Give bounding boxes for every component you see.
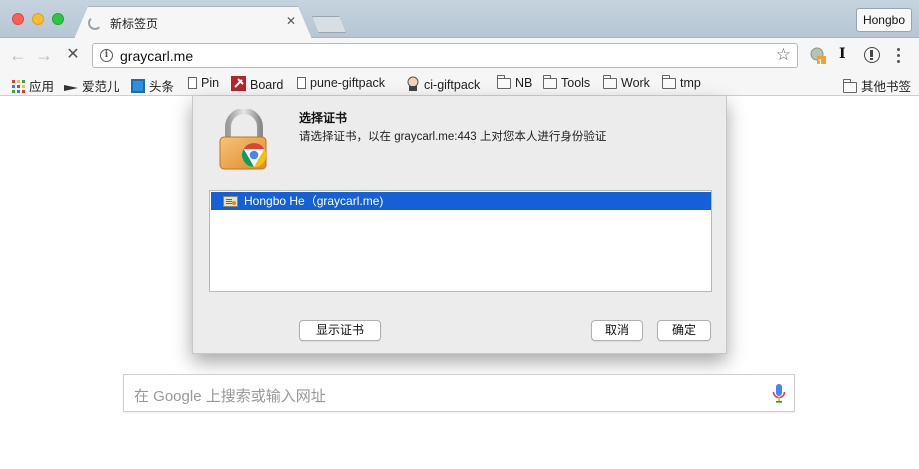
folder-icon bbox=[497, 75, 511, 89]
bookmark-label: Work bbox=[621, 76, 650, 90]
address-bar[interactable]: i graycarl.me ☆ bbox=[92, 43, 798, 68]
bookmark-apps[interactable]: 应用 bbox=[12, 76, 55, 94]
info-icon[interactable]: i bbox=[100, 49, 113, 62]
bookmark-label: tmp bbox=[680, 76, 701, 90]
search-placeholder: 在 Google 上搜索或输入网址 bbox=[134, 388, 326, 405]
dialog-message: 请选择证书，以在 graycarl.me:443 上对您本人进行身份验证 bbox=[299, 131, 607, 143]
cancel-button[interactable]: 取消 bbox=[591, 320, 643, 341]
bookmark-folder-nb[interactable]: NB bbox=[497, 75, 533, 92]
certificate-icon bbox=[223, 196, 238, 207]
bookmark-star-icon[interactable]: ☆ bbox=[776, 45, 791, 65]
new-tab-button[interactable] bbox=[312, 16, 346, 33]
forward-button[interactable]: → bbox=[33, 44, 55, 66]
bookmark-label: pune-giftpack bbox=[310, 76, 386, 90]
exclamation-extension-icon[interactable] bbox=[864, 47, 880, 63]
toolbar: ← → ✕ i graycarl.me ☆ 1 I bbox=[0, 38, 919, 72]
stop-button[interactable]: ✕ bbox=[62, 44, 84, 66]
menu-kebab-icon[interactable] bbox=[897, 48, 901, 64]
page-icon bbox=[297, 77, 306, 89]
ok-button[interactable]: 确定 bbox=[657, 320, 711, 341]
bookmark-label: 头条 bbox=[149, 80, 175, 94]
extension-badge-count: 1 bbox=[818, 58, 823, 67]
certificate-row-selected[interactable]: Hongbo He（graycarl.me) bbox=[211, 192, 711, 210]
bookmark-label: Tools bbox=[561, 76, 591, 90]
tab-title: 新标签页 bbox=[110, 17, 159, 31]
bookmark-label: 其他书签 bbox=[861, 80, 912, 94]
tab-close-icon[interactable]: ✕ bbox=[286, 14, 296, 28]
bookmark-label: 应用 bbox=[29, 80, 55, 94]
back-button[interactable]: ← bbox=[7, 44, 29, 66]
microphone-icon[interactable] bbox=[772, 383, 786, 405]
bookmark-folder-tmp[interactable]: tmp bbox=[662, 75, 701, 92]
bookmark-ci-giftpack[interactable]: ci-giftpack bbox=[406, 76, 480, 92]
toutiao-icon bbox=[131, 79, 145, 93]
bookmark-pune-giftpack[interactable]: pune-giftpack bbox=[297, 76, 385, 92]
page-icon bbox=[188, 77, 197, 89]
bookmark-folder-work[interactable]: Work bbox=[603, 75, 650, 92]
bookmark-folder-tools[interactable]: Tools bbox=[543, 75, 591, 92]
select-certificate-dialog: 选择证书 请选择证书，以在 graycarl.me:443 上对您本人进行身份验… bbox=[192, 96, 727, 354]
bookmark-board[interactable]: Board bbox=[231, 76, 283, 92]
certificate-list[interactable]: Hongbo He（graycarl.me) bbox=[209, 190, 712, 292]
profile-button[interactable]: Hongbo bbox=[856, 8, 912, 32]
bookmark-label: Board bbox=[250, 78, 284, 92]
tab-content: 新标签页 ✕ bbox=[78, 7, 308, 39]
loading-spinner-icon bbox=[88, 16, 102, 30]
folder-icon bbox=[603, 75, 617, 89]
apps-grid-icon bbox=[12, 80, 25, 93]
bookmark-label: Pin bbox=[201, 76, 220, 90]
lock-chrome-icon bbox=[219, 109, 267, 170]
show-certificate-button[interactable]: 显示证书 bbox=[299, 320, 381, 341]
certificate-name: Hongbo He（graycarl.me) bbox=[244, 194, 384, 208]
folder-icon bbox=[543, 75, 557, 89]
google-search-box[interactable]: 在 Google 上搜索或输入网址 bbox=[123, 374, 795, 412]
url-text[interactable]: graycarl.me bbox=[120, 48, 193, 64]
instapaper-icon[interactable]: I bbox=[839, 46, 846, 62]
window-minimize-button[interactable] bbox=[32, 13, 44, 25]
ifanr-icon bbox=[64, 85, 78, 91]
window-zoom-button[interactable] bbox=[52, 13, 64, 25]
jenkins-icon bbox=[407, 76, 419, 91]
folder-icon bbox=[662, 75, 676, 89]
bookmark-toutiao[interactable]: 头条 bbox=[131, 76, 175, 94]
bookmark-other[interactable]: 其他书签 bbox=[843, 76, 912, 94]
bookmark-label: 爱范儿 bbox=[82, 80, 120, 94]
bookmark-ifanr[interactable]: 爱范儿 bbox=[64, 76, 120, 94]
bookmark-pin[interactable]: Pin bbox=[188, 76, 219, 92]
dialog-title: 选择证书 bbox=[299, 111, 348, 125]
bookmarks-bar: 应用 爱范儿 头条 Pin Board pune-giftpack ci-gif… bbox=[0, 72, 919, 96]
title-bar: 新标签页 ✕ Hongbo bbox=[0, 0, 919, 39]
window-close-button[interactable] bbox=[12, 13, 24, 25]
pin-board-icon bbox=[231, 76, 246, 91]
bookmark-label: ci-giftpack bbox=[424, 78, 481, 92]
bookmark-label: NB bbox=[515, 76, 533, 90]
folder-icon bbox=[843, 79, 857, 93]
